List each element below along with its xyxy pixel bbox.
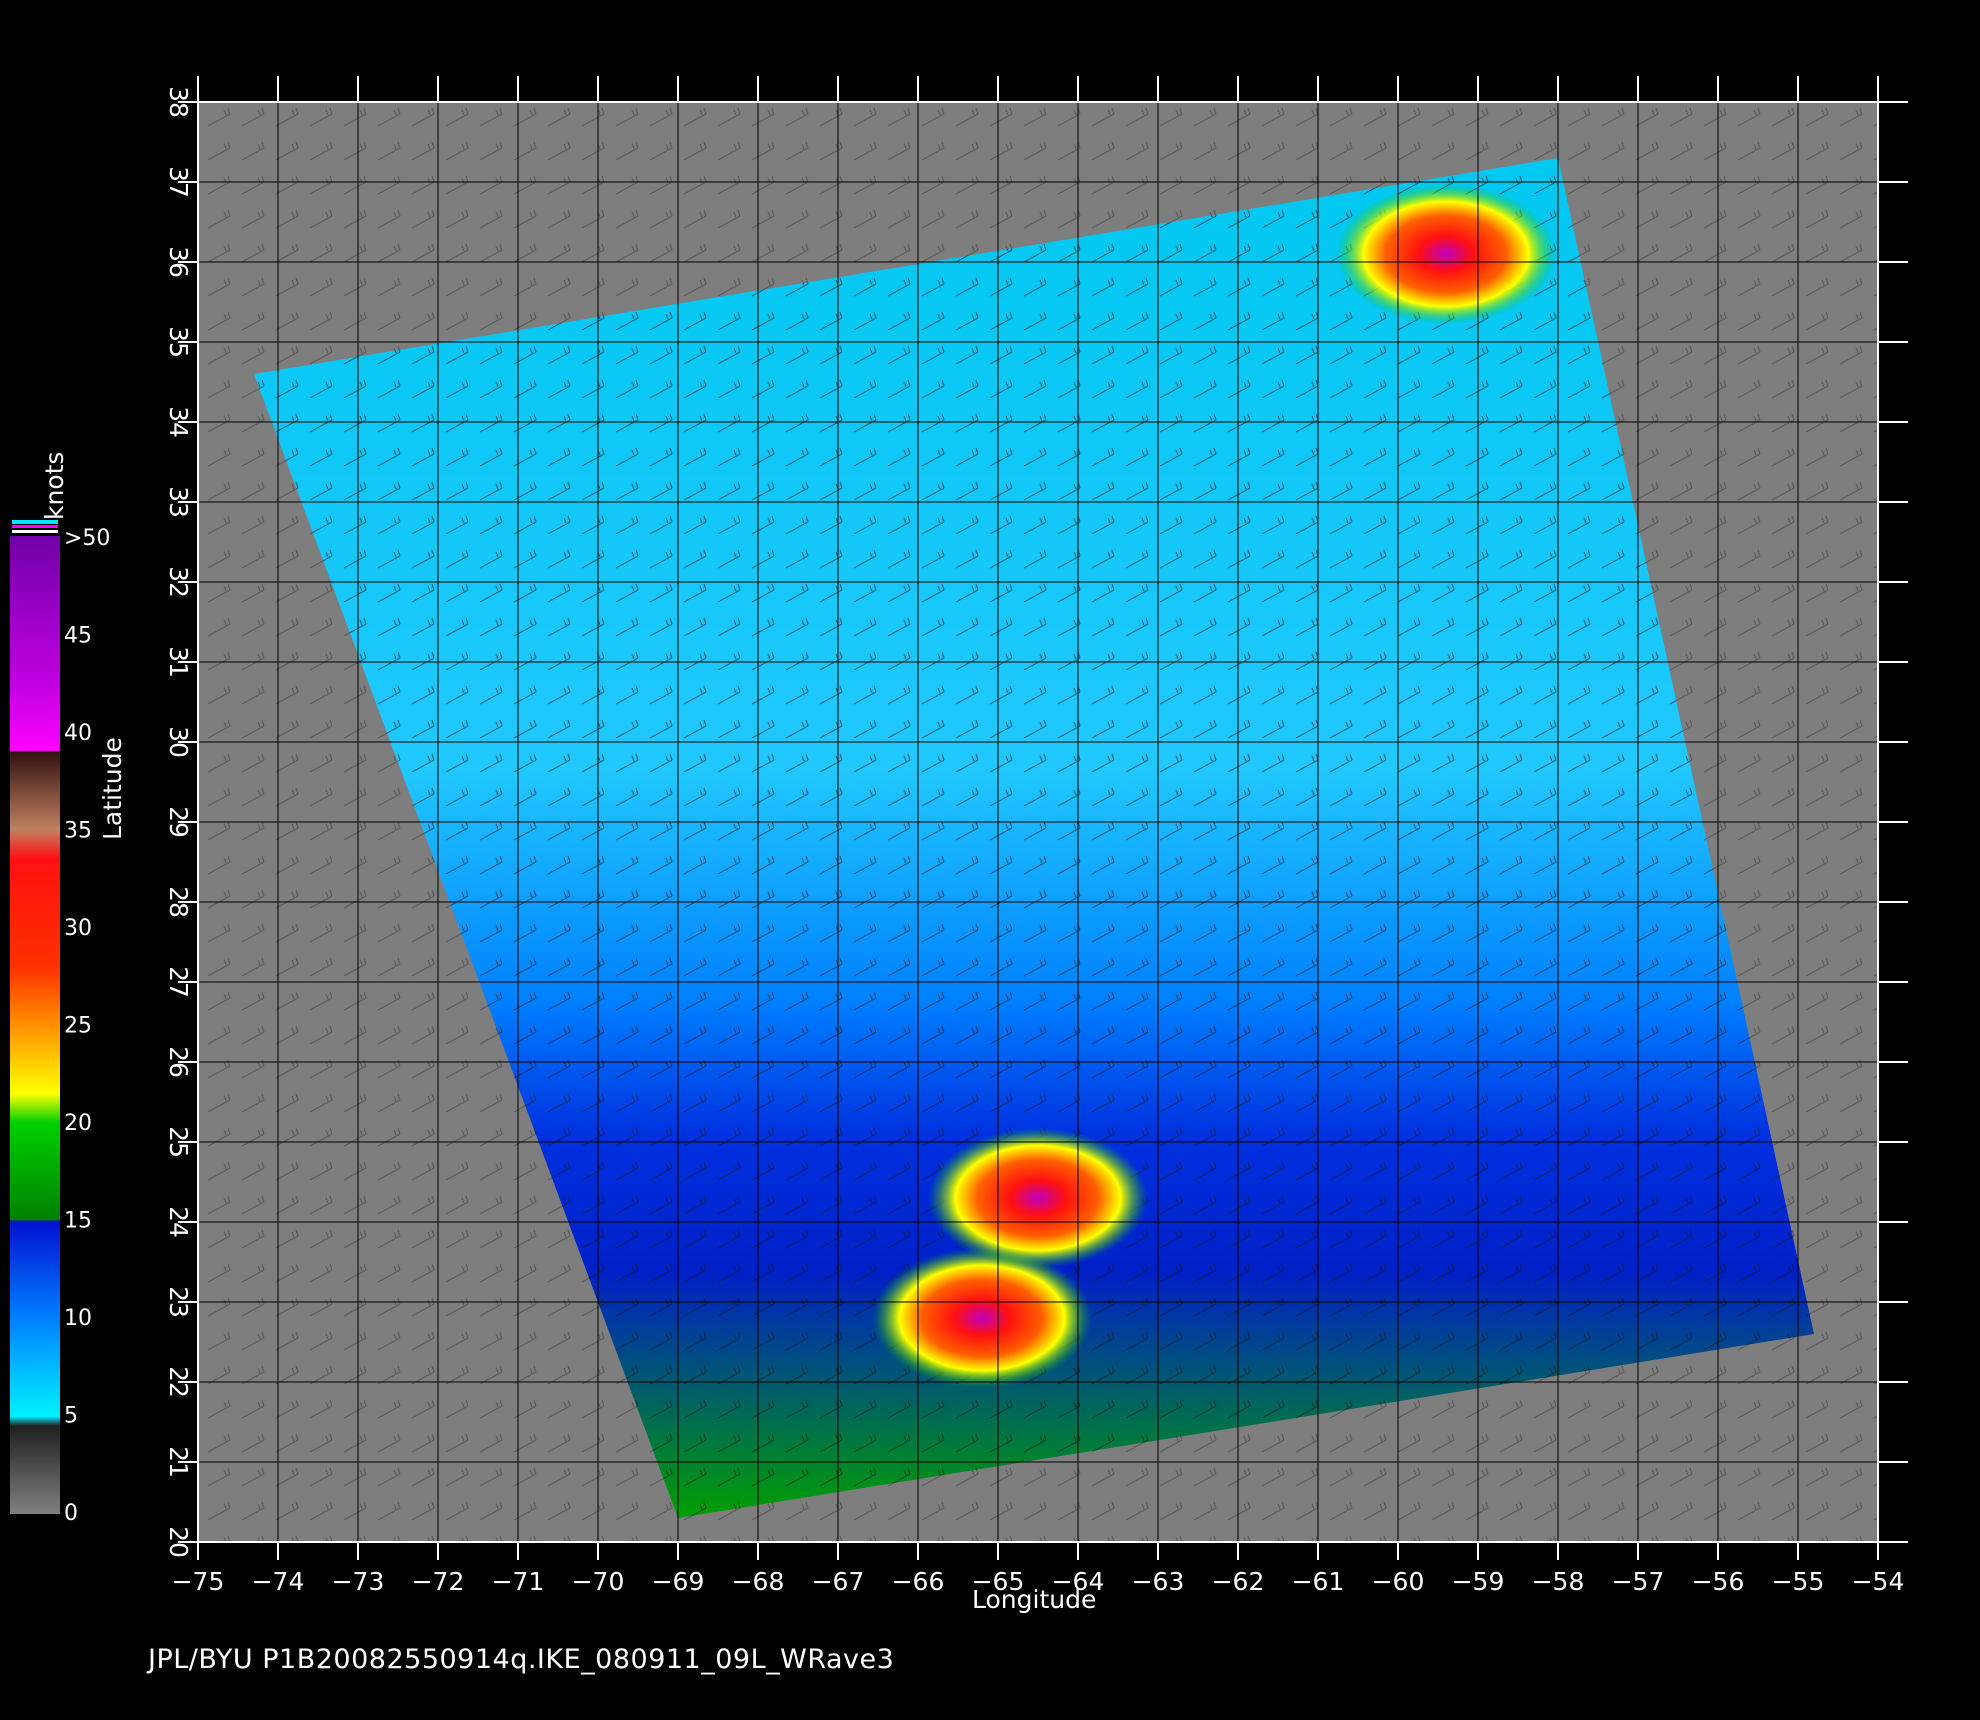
y-tick-label: 38 (164, 86, 193, 118)
colorbar-label: 5 (64, 1404, 78, 1429)
y-tick-label: 25 (164, 1126, 193, 1158)
x-tick-label: −73 (332, 1567, 385, 1596)
x-tick-label: −55 (1772, 1567, 1825, 1596)
y-tick-label: 36 (164, 246, 193, 278)
x-tick-label: −56 (1692, 1567, 1745, 1596)
colorbar-label: 25 (64, 1014, 92, 1039)
y-tick-label: 20 (164, 1526, 193, 1558)
colorbar-label: 35 (64, 819, 92, 844)
x-tick-label: −70 (572, 1567, 625, 1596)
colorbar-label: 40 (64, 721, 92, 746)
colorbar-label: 45 (64, 624, 92, 649)
y-tick-label: 28 (164, 886, 193, 918)
strong-wind-area (1336, 184, 1556, 324)
y-axis-label: Latitude (98, 737, 127, 840)
y-tick-label: 30 (164, 726, 193, 758)
y-tick-label: 34 (164, 406, 193, 438)
x-tick-label: −72 (412, 1567, 465, 1596)
x-tick-label: −67 (812, 1567, 865, 1596)
x-tick-label: −75 (172, 1567, 225, 1596)
colorbar-top-stripes (12, 520, 58, 524)
colorbar-label: 20 (64, 1111, 92, 1136)
y-tick-label: 33 (164, 486, 193, 518)
x-tick-label: −69 (652, 1567, 705, 1596)
wind-map: −75 −74 −73 −72 −71 −70 −69 −68 −67 −66 −65 −64 −63−… (10, 76, 1908, 1596)
x-tick-label: −58 (1532, 1567, 1585, 1596)
colorbar-title: knots (40, 451, 69, 520)
figure-caption: JPL/BYU P1B20082550914q.IKE_080911_09L_W… (148, 1644, 895, 1675)
strong-wind-area (872, 1248, 1092, 1388)
y-tick-label: 29 (164, 806, 193, 838)
colorbar-ramp (10, 536, 60, 1514)
x-tick-label: −74 (252, 1567, 305, 1596)
colorbar-label: 0 (64, 1501, 78, 1526)
colorbar-label: 30 (64, 916, 92, 941)
x-tick-label: −61 (1292, 1567, 1345, 1596)
x-tick-label: −71 (492, 1567, 545, 1596)
colorbar-label: >50 (64, 526, 110, 551)
y-tick-label: 27 (164, 966, 193, 998)
y-tick-label: 32 (164, 566, 193, 598)
y-tick-label: 21 (164, 1446, 193, 1478)
x-tick-label: −54 (1852, 1567, 1905, 1596)
x-tick-label: −60 (1372, 1567, 1425, 1596)
x-tick-label: −62 (1212, 1567, 1265, 1596)
y-tick-label: 24 (164, 1206, 193, 1238)
y-tick-label: 31 (164, 646, 193, 678)
strong-wind-area (928, 1128, 1148, 1268)
y-tick-label: 35 (164, 326, 193, 358)
colorbar-label: 10 (64, 1306, 92, 1331)
x-tick-label: −57 (1612, 1567, 1665, 1596)
y-tick-label: 37 (164, 166, 193, 198)
x-tick-label: −68 (732, 1567, 785, 1596)
y-tick-label: 23 (164, 1286, 193, 1318)
x-tick-label: −59 (1452, 1567, 1505, 1596)
x-tick-label: −63 (1132, 1567, 1185, 1596)
colorbar: >50 45 40 35 30 25 20 15 10 5 0 (10, 520, 110, 1526)
x-tick-label: −66 (892, 1567, 945, 1596)
colorbar-label: 15 (64, 1209, 92, 1234)
y-tick-label: 26 (164, 1046, 193, 1078)
y-tick-label: 22 (164, 1366, 193, 1398)
x-axis-label: Longitude (972, 1585, 1097, 1614)
